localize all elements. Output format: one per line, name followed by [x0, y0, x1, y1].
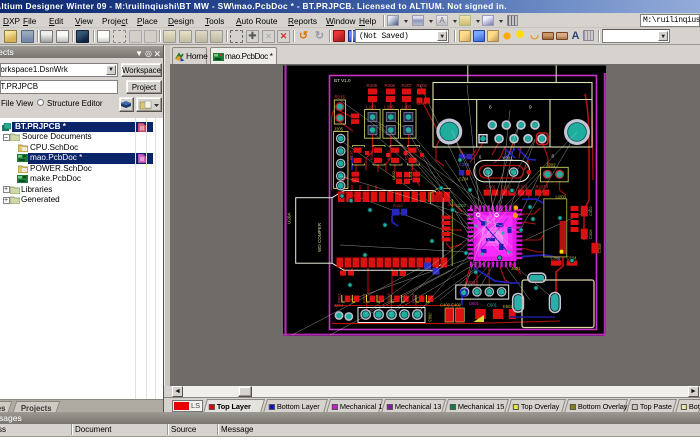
svg-text:6: 6 [489, 105, 492, 111]
svg-text:E602: E602 [503, 304, 513, 309]
svg-text:L301: L301 [408, 170, 413, 180]
svg-text:L302: L302 [391, 170, 396, 180]
svg-text:R305: R305 [386, 150, 391, 160]
svg-text:C503: C503 [551, 256, 562, 261]
svg-text:R203: R203 [536, 185, 547, 190]
svg-text:R208: R208 [385, 83, 396, 88]
svg-text:R306: R306 [369, 150, 374, 160]
svg-text:L205: L205 [402, 105, 412, 110]
svg-text:J603: J603 [428, 313, 433, 323]
svg-text:J601: J601 [511, 266, 521, 271]
svg-text:BT V1.0: BT V1.0 [334, 78, 351, 83]
svg-text:R207: R207 [402, 83, 413, 88]
svg-text:C308: C308 [597, 243, 602, 253]
svg-text:C400 E400: C400 E400 [440, 303, 462, 308]
svg-text:J205: J205 [334, 127, 344, 132]
svg-text:R604: R604 [411, 293, 416, 303]
svg-text:R602: R602 [362, 293, 367, 303]
svg-text:R216: R216 [349, 150, 354, 160]
svg-text:C601: C601 [487, 303, 498, 308]
svg-text:R601: R601 [337, 293, 342, 303]
svg-text:R215: R215 [335, 95, 346, 100]
svg-text:R202: R202 [417, 83, 428, 88]
svg-text:C204: C204 [459, 177, 470, 182]
svg-text:R102: R102 [393, 203, 403, 208]
svg-text:U20A: U20A [287, 212, 292, 224]
svg-text:U601: U601 [469, 301, 480, 306]
svg-text:C306: C306 [588, 229, 593, 239]
svg-text:J202: J202 [546, 163, 556, 168]
svg-text:L206: L206 [384, 105, 394, 110]
svg-text:L203: L203 [366, 105, 376, 110]
svg-text:WD COMPER: WD COMPER [317, 222, 322, 252]
svg-text:R209: R209 [367, 83, 378, 88]
svg-text:C601: C601 [486, 185, 497, 190]
svg-text:9: 9 [529, 105, 532, 111]
svg-text:C302: C302 [588, 206, 593, 216]
